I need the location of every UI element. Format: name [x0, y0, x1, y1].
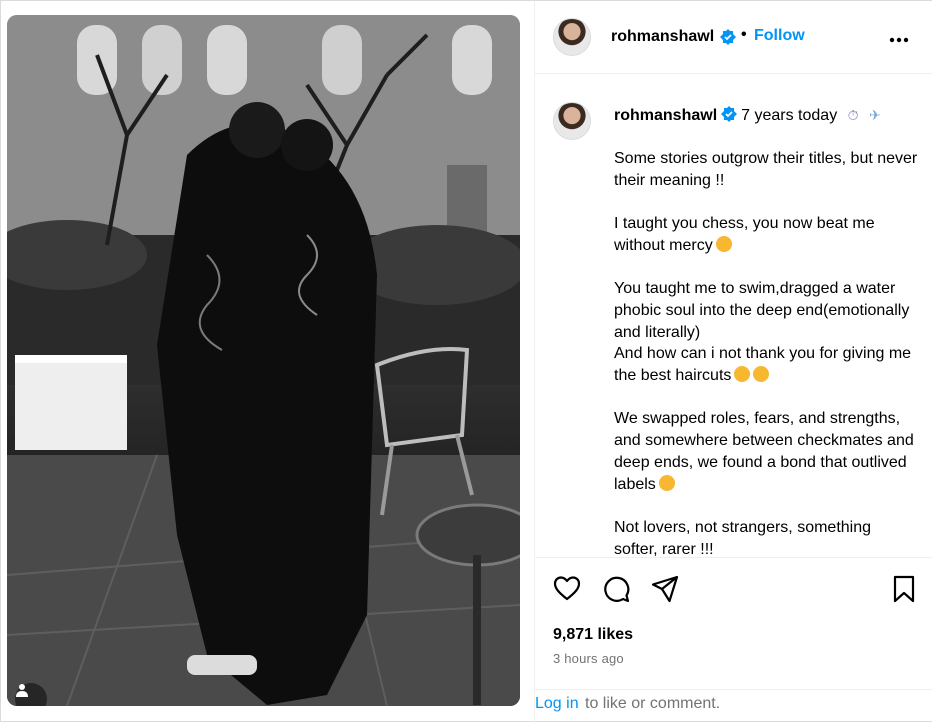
- caption-paragraph-row: You taught me to swim,dragged a water ph…: [614, 278, 919, 387]
- post-photo[interactable]: [7, 15, 520, 706]
- comment-icon[interactable]: [602, 575, 630, 608]
- heart-glyph: [553, 576, 581, 601]
- share-icon[interactable]: [651, 575, 679, 608]
- halo-face-emoji-icon: [658, 474, 675, 491]
- instagram-post-page: rohmanshawl • Follow rohmanshawl 7 years…: [0, 0, 932, 722]
- caption-header: rohmanshawl 7 years today ⏱ ✈: [614, 106, 881, 125]
- caption-paragraph-row: We swapped roles, fears, and strengths, …: [614, 408, 919, 495]
- caption-headline: 7 years today: [741, 107, 838, 124]
- caption-paragraph-row: I taught you chess, you now beat me with…: [614, 213, 919, 256]
- caption-section: rohmanshawl 7 years today ⏱ ✈ Some stori…: [535, 75, 932, 558]
- photo-scene: [7, 15, 520, 706]
- login-prompt-text: to like or comment.: [585, 695, 721, 712]
- post-side-panel: rohmanshawl • Follow rohmanshawl 7 years…: [534, 1, 932, 722]
- bookmark-glyph: [893, 575, 915, 603]
- header-separator: •: [741, 26, 747, 43]
- caption-text: Some stories outgrow their titles, but n…: [614, 148, 922, 558]
- likes-count[interactable]: 9,871 likes: [553, 626, 633, 644]
- login-link[interactable]: Log in: [535, 695, 579, 713]
- caption-paragraph: Some stories outgrow their titles, but n…: [614, 150, 922, 189]
- follow-button[interactable]: Follow: [754, 27, 805, 45]
- bookmark-icon[interactable]: [892, 575, 916, 608]
- airplane-emoji-icon: ✈: [869, 107, 881, 123]
- caption-username[interactable]: rohmanshawl: [614, 107, 717, 124]
- share-glyph: [651, 575, 679, 603]
- action-bar: [535, 571, 932, 611]
- heart-icon[interactable]: [553, 575, 581, 606]
- verified-badge-icon: [720, 29, 736, 45]
- ellipsis-glyph: [889, 37, 909, 43]
- verified-badge-icon: [721, 106, 738, 122]
- post-header: rohmanshawl • Follow: [535, 1, 932, 74]
- post-timestamp[interactable]: 3 hours ago: [553, 651, 624, 666]
- author-avatar[interactable]: [553, 18, 591, 56]
- author-username[interactable]: rohmanshawl: [611, 28, 714, 46]
- person-glyph: [16, 684, 28, 697]
- smiling-face-emoji-icon: [753, 366, 770, 382]
- login-prompt: Log in to like or comment.: [535, 689, 932, 722]
- caption-paragraph: Not lovers, not strangers, something sof…: [614, 518, 876, 558]
- pensive-face-emoji-icon: [734, 366, 751, 382]
- kissing-face-emoji-icon: [715, 235, 732, 252]
- caption-author-avatar[interactable]: [553, 102, 591, 140]
- stopwatch-emoji-icon: ⏱: [847, 107, 859, 123]
- more-options-icon[interactable]: [889, 27, 909, 45]
- comment-glyph: [604, 576, 630, 603]
- caption-paragraph: I taught you chess, you now beat me with…: [614, 215, 880, 254]
